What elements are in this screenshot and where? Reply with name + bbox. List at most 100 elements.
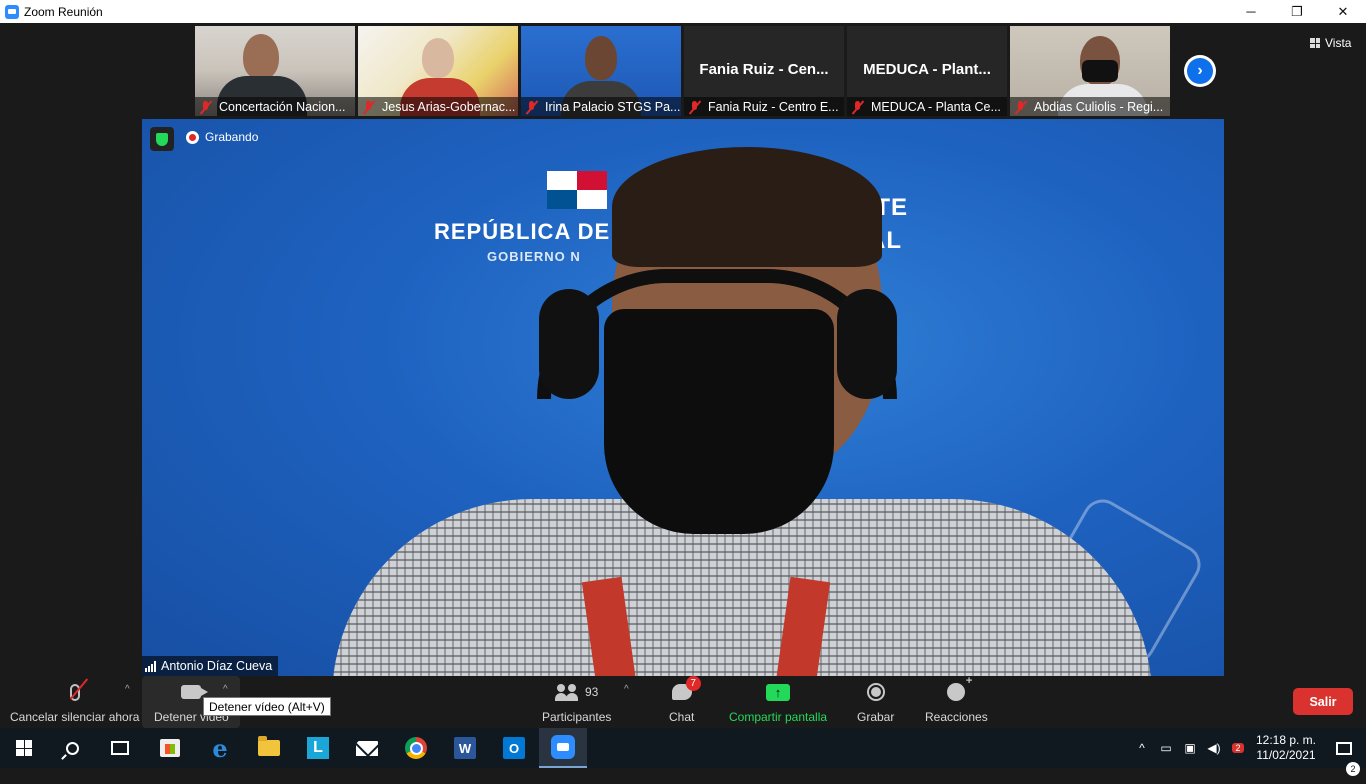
participants-button[interactable]: 93 Participantes [542, 678, 611, 724]
participants-options-caret-icon[interactable]: ^ [624, 684, 629, 695]
muted-mic-icon [362, 100, 376, 114]
word-icon: W [454, 737, 476, 759]
encryption-shield-icon[interactable] [150, 127, 174, 151]
participant-name-placeholder: Fania Ruiz - Cen... [699, 61, 829, 78]
meeting-toolbar: Cancelar silenciar ahora ^ Detener video… [0, 675, 1366, 728]
participant-label: Irina Palacio STGS Pa... [521, 97, 681, 116]
store-icon [160, 739, 180, 757]
participant-thumbnail[interactable]: Fania Ruiz - Cen... Fania Ruiz - Centro … [684, 26, 844, 116]
unmute-button[interactable]: Cancelar silenciar ahora [10, 678, 139, 724]
notification-count: 2 [1346, 761, 1360, 776]
windows-taskbar: e L W O ^ ▭ ▣ ◀) 2 12:18 p. m. 11/02/202… [0, 728, 1366, 776]
record-dot-icon [186, 130, 199, 144]
muted-mic-icon [525, 100, 539, 114]
next-page-button[interactable]: › [1184, 55, 1216, 87]
close-button[interactable]: ✕ [1320, 0, 1366, 23]
participant-thumbnail[interactable]: Abdias Culiolis - Regi... [1010, 26, 1170, 116]
battery-icon[interactable]: ▭ [1154, 741, 1178, 755]
signal-bars-icon [145, 660, 156, 672]
view-label: Vista [1325, 36, 1352, 50]
system-tray: ^ ▭ ▣ ◀) 2 12:18 p. m. 11/02/2021 2 [1130, 728, 1366, 776]
minimize-button[interactable]: ─ [1228, 0, 1274, 23]
participant-thumbnail[interactable]: Jesus Arias-Gobernac... [358, 26, 518, 116]
participant-name: Jesus Arias-Gobernac... [382, 99, 516, 114]
task-view-button[interactable] [96, 728, 144, 768]
taskbar-app-explorer[interactable] [245, 728, 293, 768]
clock[interactable]: 12:18 p. m. 11/02/2021 [1250, 733, 1322, 763]
participant-label: Abdias Culiolis - Regi... [1010, 97, 1170, 116]
mail-icon [356, 740, 378, 756]
speaker-name: Antonio Díaz Cueva [161, 659, 273, 673]
taskbar-app-l[interactable]: L [294, 728, 342, 768]
background-text: GOBIERNO N [487, 249, 581, 264]
clock-date: 11/02/2021 [1256, 748, 1316, 762]
reactions-button[interactable]: Reacciones [925, 675, 988, 724]
record-button[interactable]: Grabar [857, 678, 894, 724]
taskbar-app-store[interactable] [146, 728, 194, 768]
taskbar-app-edge[interactable]: e [196, 728, 244, 768]
video-camera-icon [181, 678, 209, 706]
participant-label: MEDUCA - Planta Ce... [847, 97, 1007, 116]
headset-earcup-right [837, 289, 897, 399]
network-icon[interactable]: ▣ [1178, 741, 1202, 755]
participant-name: Abdias Culiolis - Regi... [1034, 99, 1164, 114]
windows-logo-icon [16, 740, 32, 756]
share-screen-label: Compartir pantalla [729, 710, 828, 724]
chat-label: Chat [669, 710, 695, 724]
reactions-emoji-icon [947, 675, 972, 706]
task-view-icon [111, 741, 129, 755]
stop-video-tooltip: Detener vídeo (Alt+V) [203, 697, 331, 716]
participant-mask [1082, 60, 1118, 82]
chevron-right-icon: › [1187, 58, 1213, 84]
zoom-app-icon [5, 4, 19, 19]
speaker-name-label: Antonio Díaz Cueva [142, 656, 279, 676]
participant-name: Irina Palacio STGS Pa... [545, 99, 681, 114]
muted-mic-icon [851, 100, 865, 114]
volume-icon[interactable]: ◀) [1202, 741, 1226, 755]
search-icon [65, 741, 79, 755]
meeting-area: Concertación Nacion... Jesus Arias-Gober… [0, 23, 1366, 676]
l-app-icon: L [307, 737, 329, 759]
clock-time: 12:18 p. m. [1255, 733, 1317, 747]
participant-thumbnail[interactable]: MEDUCA - Plant... MEDUCA - Planta Ce... [847, 26, 1007, 116]
participant-name: Fania Ruiz - Centro E... [708, 99, 839, 114]
window-controls: ─ ❐ ✕ [1228, 0, 1366, 23]
leave-meeting-button[interactable]: Salir [1293, 688, 1353, 715]
action-center-button[interactable]: 2 [1322, 741, 1366, 776]
background-text: REPÚBLICA DE [434, 219, 611, 244]
chat-button[interactable]: 7 Chat [669, 676, 701, 724]
keyboard-language-icon[interactable]: 2 [1226, 743, 1250, 753]
taskbar-app-outlook[interactable]: O [490, 728, 538, 768]
share-screen-button[interactable]: ↑ Compartir pantalla [729, 678, 827, 724]
participant-face [422, 38, 454, 78]
recording-indicator[interactable]: Grabando [186, 130, 258, 144]
outlook-icon: O [503, 737, 525, 759]
edge-icon: e [212, 733, 228, 763]
headset-earcup-left [539, 289, 599, 399]
participant-thumbnail[interactable]: Concertación Nacion... [195, 26, 355, 116]
video-options-caret-icon[interactable]: ^ [223, 684, 228, 695]
notification-icon [1336, 741, 1352, 755]
participant-name: MEDUCA - Planta Ce... [871, 99, 1001, 114]
muted-mic-icon [688, 100, 702, 114]
taskbar-app-mail[interactable] [343, 728, 391, 768]
folder-icon [258, 736, 280, 756]
participants-label: Participantes [542, 710, 612, 724]
record-label: Grabar [857, 710, 895, 724]
maximize-button[interactable]: ❐ [1274, 0, 1320, 23]
audio-options-caret-icon[interactable]: ^ [125, 684, 130, 695]
speaker-face-mask [604, 309, 834, 534]
taskbar-app-zoom[interactable] [539, 728, 587, 768]
show-hidden-icons-chevron-icon[interactable]: ^ [1130, 741, 1154, 755]
taskbar-search-button[interactable] [48, 728, 96, 768]
panama-flag-image [547, 171, 607, 209]
view-button[interactable]: Vista [1310, 36, 1351, 50]
active-speaker-video[interactable]: REPÚBLICA DE BINETE CIAL GOBIERNO N Grab… [142, 119, 1224, 676]
chat-bubble-icon: 7 [671, 676, 701, 706]
chat-unread-badge: 7 [685, 676, 701, 691]
start-button[interactable] [0, 728, 48, 768]
taskbar-app-chrome[interactable] [392, 728, 440, 768]
muted-mic-icon [1014, 100, 1028, 114]
taskbar-app-word[interactable]: W [441, 728, 489, 768]
participant-thumbnail[interactable]: Irina Palacio STGS Pa... [521, 26, 681, 116]
